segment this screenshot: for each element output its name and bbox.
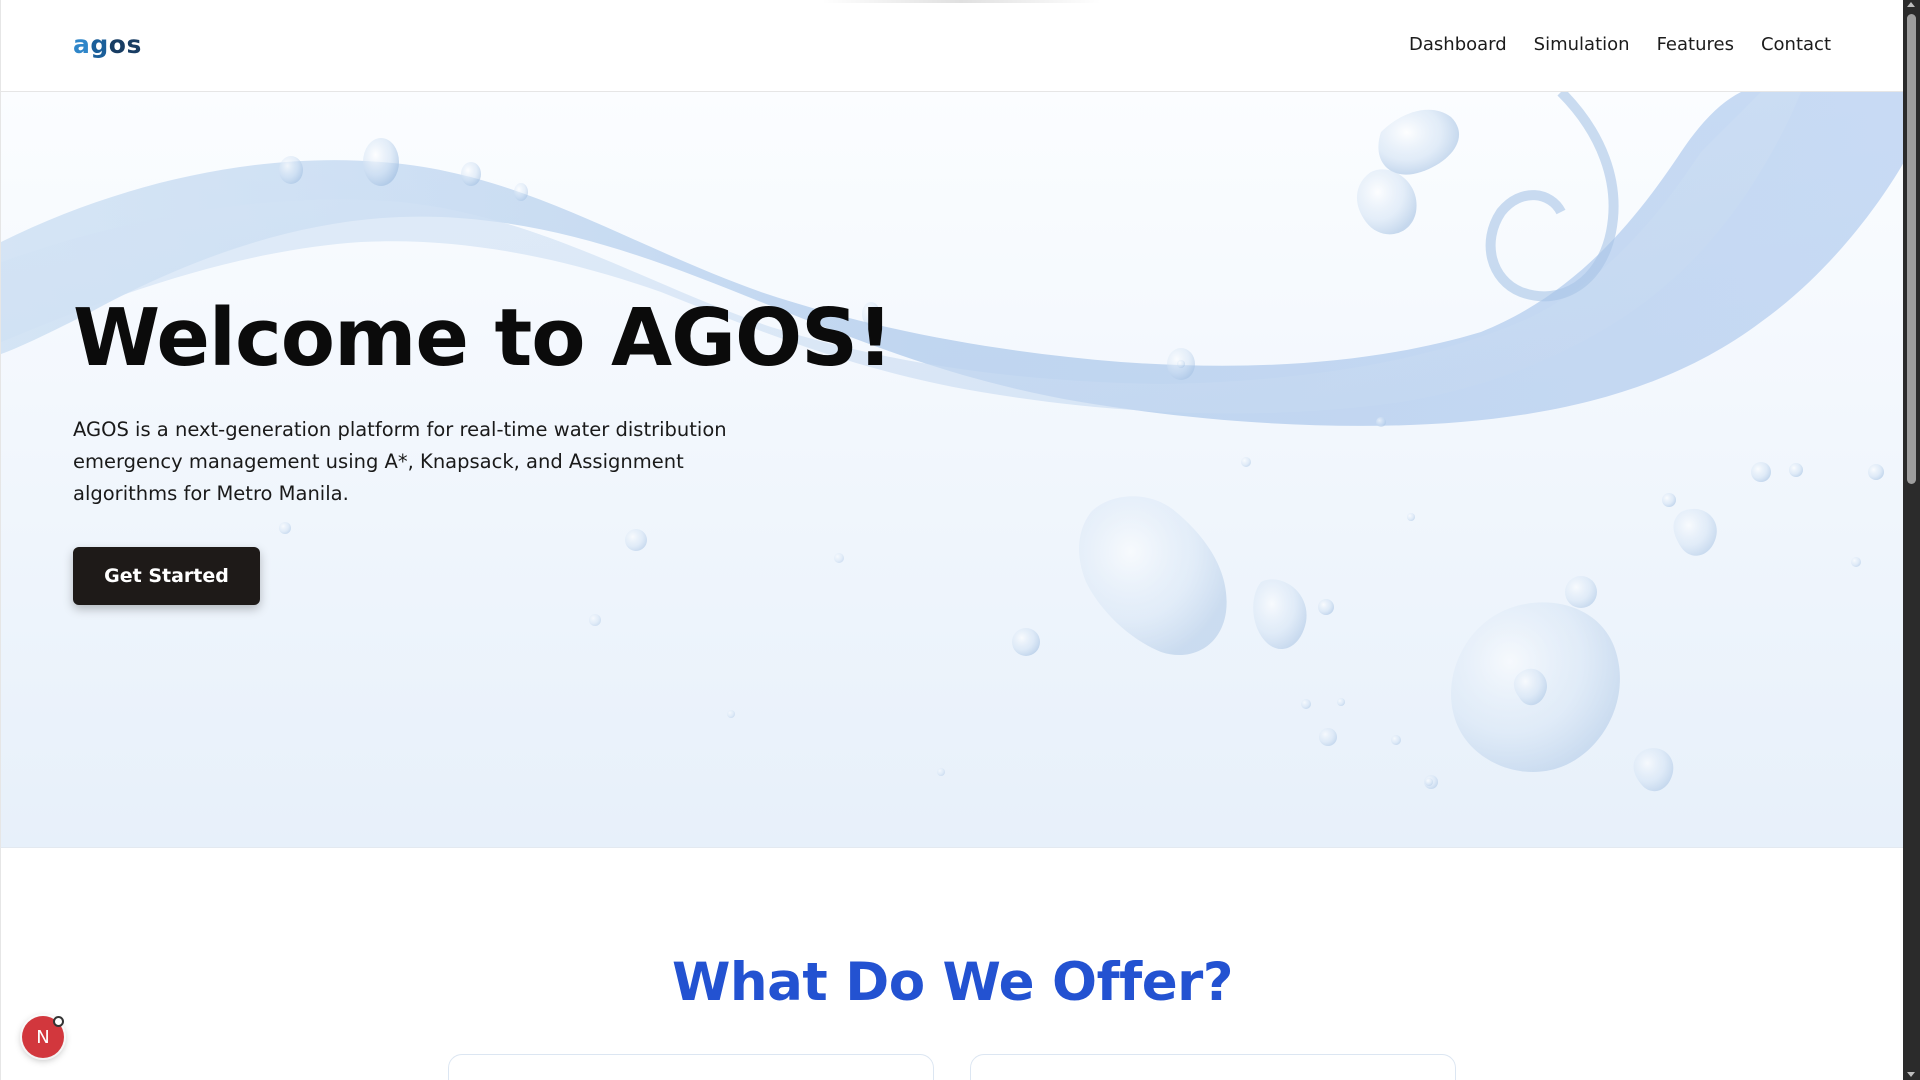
- nav-link-contact[interactable]: Contact: [1761, 34, 1831, 55]
- nav-link-features[interactable]: Features: [1657, 34, 1734, 55]
- badge-indicator-dot: [53, 1016, 64, 1027]
- badge-letter: N: [36, 1026, 50, 1048]
- scrollbar-thumb[interactable]: [1907, 14, 1916, 484]
- main-nav: Dashboard Simulation Features Contact: [1409, 34, 1831, 55]
- scroll-down-arrow-icon[interactable]: [1907, 1072, 1915, 1077]
- logo-part-1: a: [73, 30, 91, 59]
- feature-card: [970, 1054, 1456, 1080]
- page: agos Dashboard Simulation Features Conta…: [0, 0, 1903, 1080]
- offer-section: What Do We Offer?: [0, 848, 1903, 1080]
- page-scrollbar[interactable]: [1903, 0, 1920, 1080]
- nav-link-simulation[interactable]: Simulation: [1534, 34, 1630, 55]
- top-navbar: agos Dashboard Simulation Features Conta…: [0, 0, 1903, 92]
- logo-part-2: g: [90, 30, 109, 59]
- get-started-button[interactable]: Get Started: [73, 547, 260, 605]
- feature-card: [448, 1054, 934, 1080]
- scroll-up-arrow-icon[interactable]: [1907, 2, 1915, 7]
- hero-section: Welcome to AGOS! AGOS is a next-generati…: [0, 92, 1903, 848]
- agos-logo[interactable]: agos: [73, 30, 142, 59]
- hero-description: AGOS is a next-generation platform for r…: [73, 418, 727, 505]
- hero-title: Welcome to AGOS!: [73, 292, 893, 384]
- offer-section-title: What Do We Offer?: [671, 952, 1234, 1013]
- top-edge-shadow: [821, 0, 1101, 3]
- nav-link-dashboard[interactable]: Dashboard: [1409, 34, 1507, 55]
- dev-tools-badge[interactable]: N: [22, 1016, 64, 1058]
- logo-part-3: os: [108, 30, 142, 59]
